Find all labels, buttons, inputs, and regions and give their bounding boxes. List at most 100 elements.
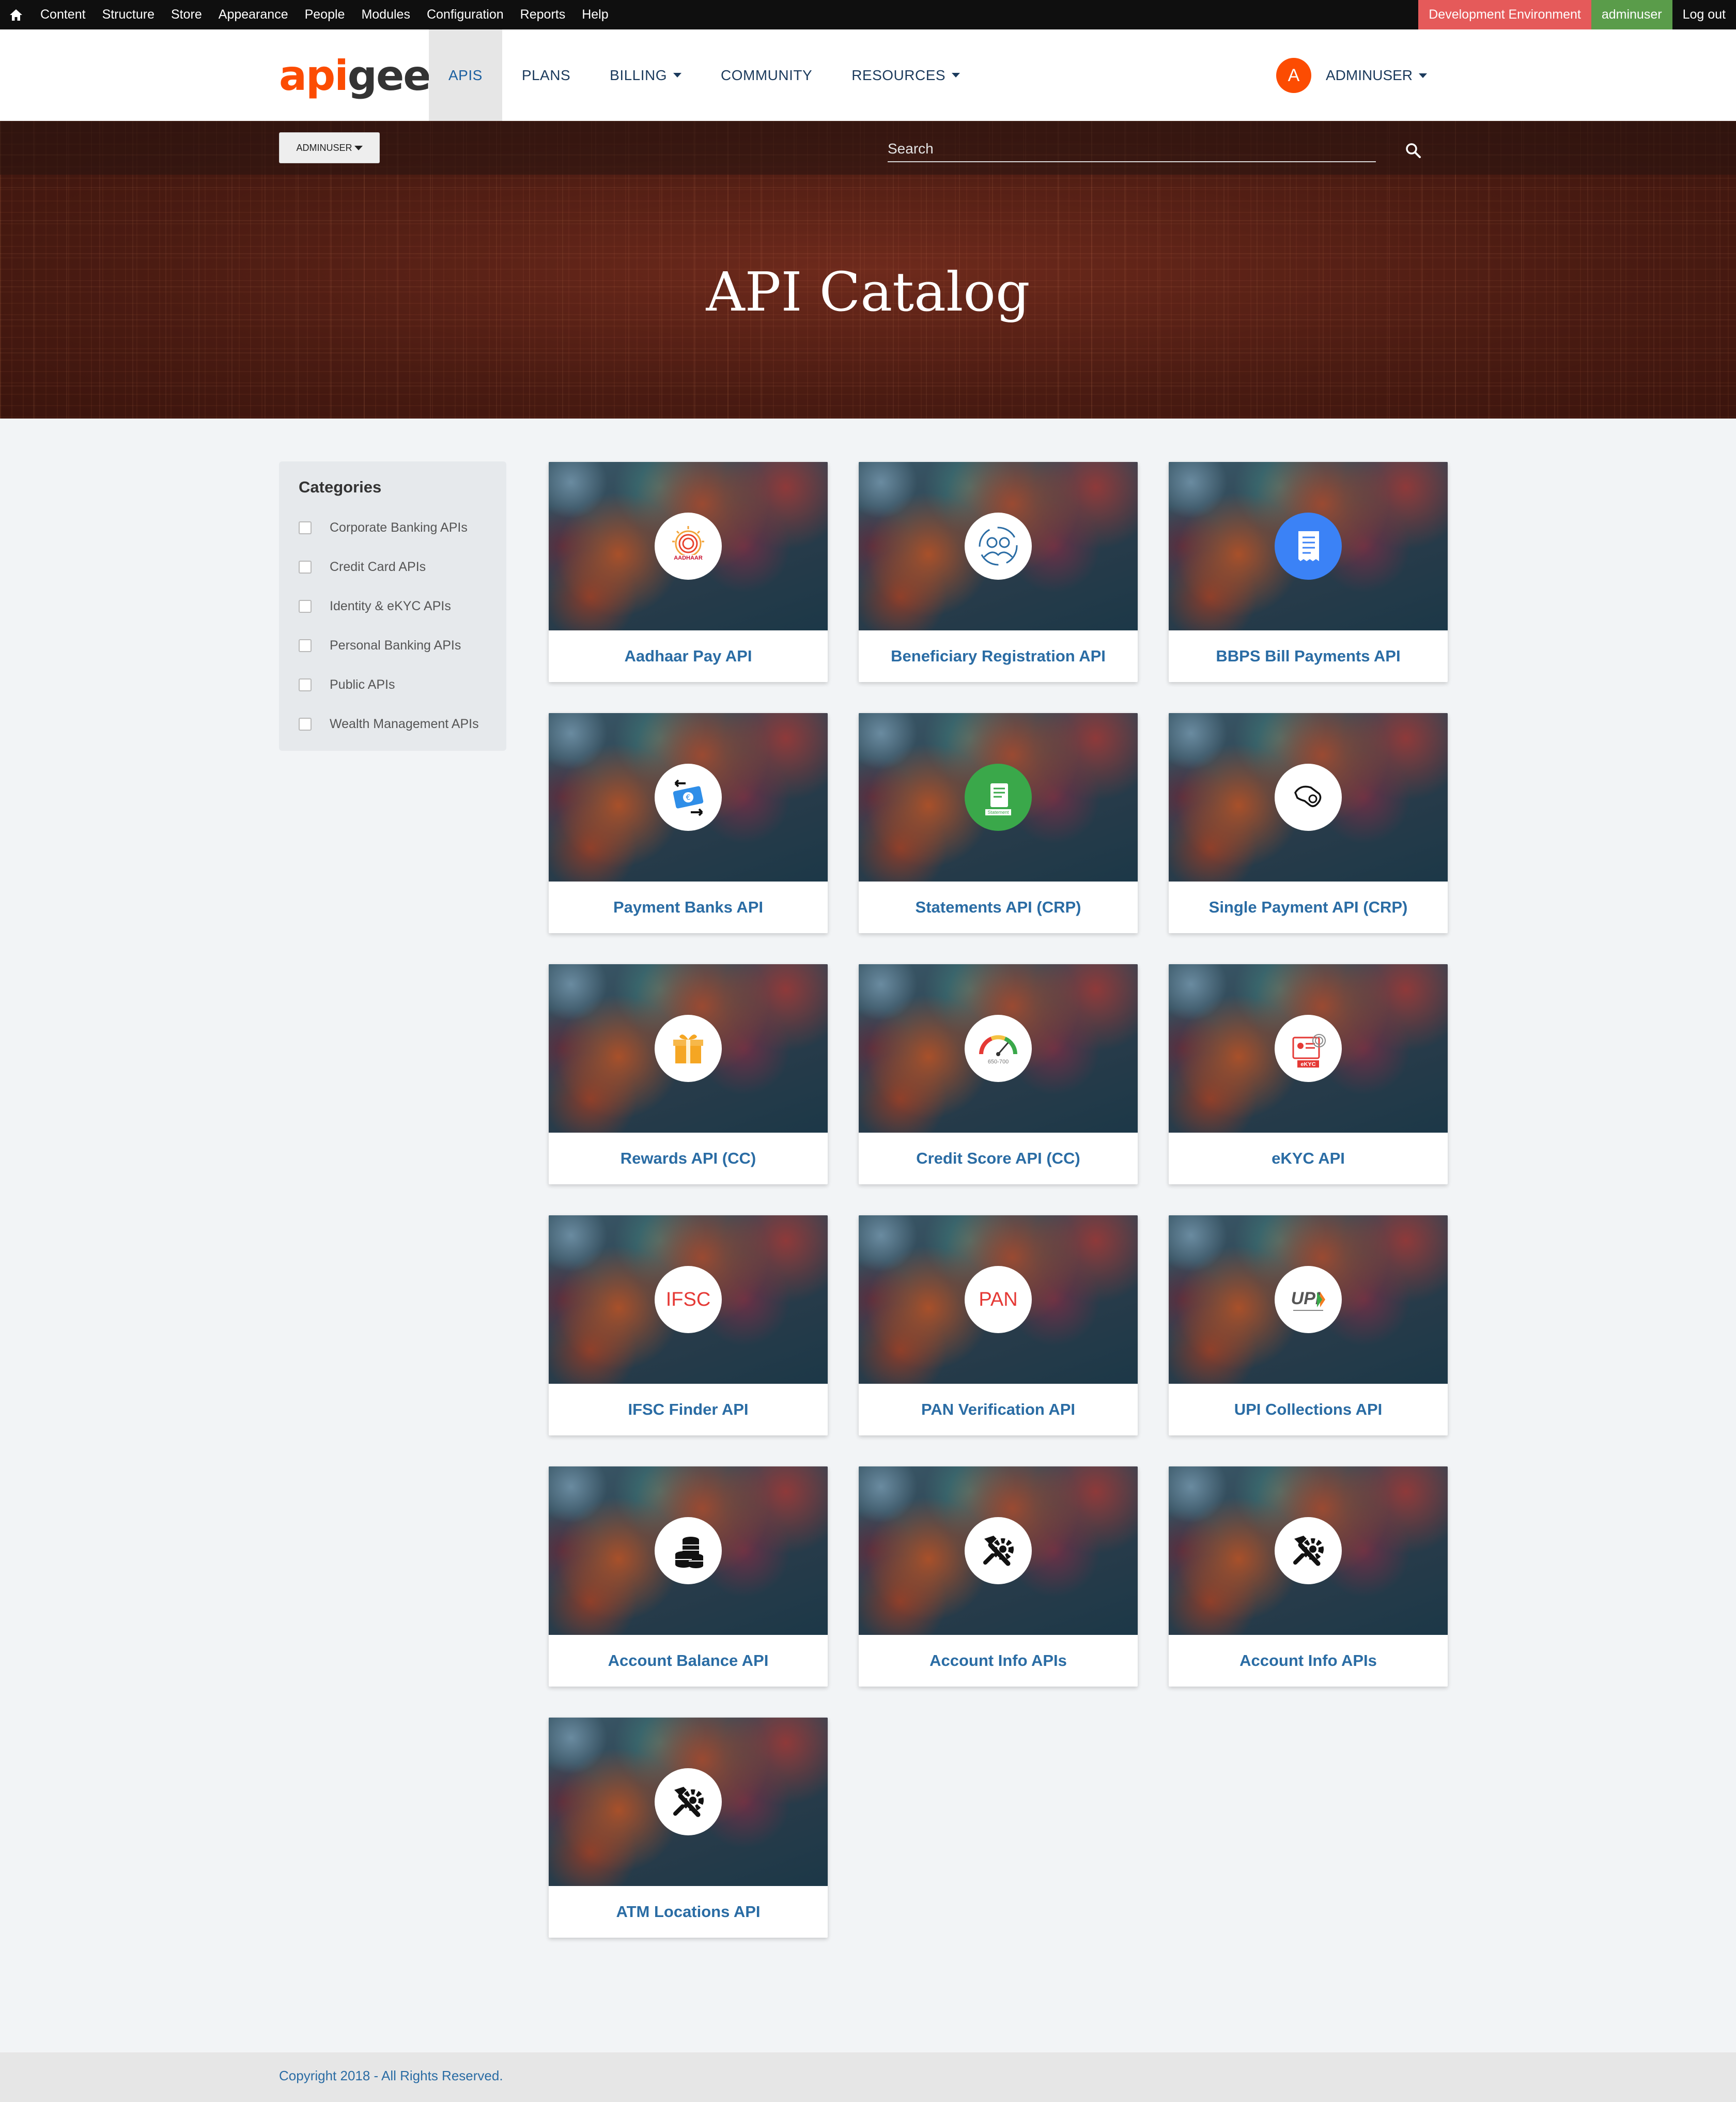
svg-text:€: € <box>686 794 691 802</box>
home-icon[interactable] <box>0 0 32 29</box>
card-title[interactable]: IFSC Finder API <box>549 1384 828 1435</box>
admin-menu-content[interactable]: Content <box>32 0 94 29</box>
category-label: Identity & eKYC APIs <box>330 598 451 613</box>
card-title[interactable]: BBPS Bill Payments API <box>1169 630 1448 682</box>
site-header: apigee APIS PLANS BILLING COMMUNITY RESO… <box>0 29 1736 121</box>
category-checkbox[interactable] <box>299 560 312 574</box>
category-checkbox[interactable] <box>299 639 312 652</box>
upi-logo-icon: UPI <box>1275 1266 1342 1333</box>
api-card-pan-verification[interactable]: PAN PAN Verification API <box>859 1215 1138 1435</box>
admin-user-link[interactable]: adminuser <box>1591 0 1672 29</box>
category-label: Wealth Management APIs <box>330 716 479 731</box>
api-card-credit-score[interactable]: 650-700 Credit Score API (CC) <box>859 964 1138 1184</box>
category-label: Personal Banking APIs <box>330 638 461 653</box>
aadhaar-logo-icon: AADHAAR <box>655 513 722 580</box>
caret-down-icon <box>354 145 363 150</box>
api-card-upi-collections[interactable]: UPI UPI Collections API <box>1169 1215 1448 1435</box>
card-title[interactable]: Single Payment API (CRP) <box>1169 882 1448 933</box>
ekyc-icon-text: eKYC <box>1300 1061 1315 1068</box>
caret-down-icon <box>1419 73 1428 78</box>
logout-link[interactable]: Log out <box>1672 0 1736 29</box>
category-label: Credit Card APIs <box>330 559 426 574</box>
admin-menu: Content Structure Store Appearance Peopl… <box>32 0 617 29</box>
category-checkbox[interactable] <box>299 717 312 731</box>
card-title[interactable]: Account Balance API <box>549 1635 828 1687</box>
admin-bar-right: Development Environment adminuser Log ou… <box>1418 0 1736 29</box>
categories-panel: Categories Corporate Banking APIs Credit… <box>279 461 506 751</box>
admin-menu-people[interactable]: People <box>297 0 353 29</box>
api-card-bbps-bill-payments[interactable]: BBPS Bill Payments API <box>1169 462 1448 682</box>
gift-box-icon <box>655 1015 722 1082</box>
api-card-aadhaar-pay[interactable]: AADHAAR Aadhaar Pay API <box>549 462 828 682</box>
admin-menu-store[interactable]: Store <box>163 0 210 29</box>
api-card-single-payment[interactable]: Single Payment API (CRP) <box>1169 713 1448 933</box>
apigee-logo[interactable]: apigee <box>279 50 431 102</box>
nav-community[interactable]: COMMUNITY <box>701 29 832 121</box>
card-title[interactable]: Credit Score API (CC) <box>859 1133 1138 1184</box>
api-card-beneficiary-registration[interactable]: Beneficiary Registration API <box>859 462 1138 682</box>
category-public[interactable]: Public APIs <box>299 665 487 704</box>
role-dropdown-button[interactable]: ADMINUSER <box>279 132 380 163</box>
nav-plans[interactable]: PLANS <box>502 29 590 121</box>
nav-billing-label: BILLING <box>610 67 668 83</box>
admin-menu-structure[interactable]: Structure <box>94 0 163 29</box>
hero-banner: ADMINUSER API Catalog <box>0 121 1736 419</box>
nav-billing[interactable]: BILLING <box>590 29 701 121</box>
nav-apis[interactable]: APIS <box>429 29 502 121</box>
api-card-ifsc-finder[interactable]: IFSC IFSC Finder API <box>549 1215 828 1435</box>
logo-text-gee: gee <box>347 52 431 100</box>
category-checkbox[interactable] <box>299 521 312 534</box>
category-credit-card[interactable]: Credit Card APIs <box>299 547 487 586</box>
api-card-atm-locations[interactable]: ATM Locations API <box>549 1718 828 1938</box>
admin-menu-modules[interactable]: Modules <box>353 0 419 29</box>
aadhaar-icon-text: AADHAAR <box>674 555 703 561</box>
api-card-account-info-1[interactable]: Account Info APIs <box>859 1466 1138 1687</box>
score-icon-text: 650-700 <box>988 1059 1009 1065</box>
card-title[interactable]: PAN Verification API <box>859 1384 1138 1435</box>
category-corporate-banking[interactable]: Corporate Banking APIs <box>299 508 487 547</box>
category-personal-banking[interactable]: Personal Banking APIs <box>299 626 487 665</box>
admin-menu-appearance[interactable]: Appearance <box>210 0 297 29</box>
category-identity-ekyc[interactable]: Identity & eKYC APIs <box>299 586 487 626</box>
api-card-rewards[interactable]: Rewards API (CC) <box>549 964 828 1184</box>
statement-icon-text: Statement <box>987 810 1009 815</box>
api-card-payment-banks[interactable]: € Payment Banks API <box>549 713 828 933</box>
credit-gauge-icon: 650-700 <box>965 1015 1032 1082</box>
user-menu[interactable]: ADMINUSER <box>1326 58 1428 93</box>
search-icon[interactable] <box>1404 142 1422 159</box>
admin-menu-help[interactable]: Help <box>574 0 616 29</box>
money-transfer-icon: € <box>655 764 722 831</box>
card-title[interactable]: Account Info APIs <box>859 1635 1138 1687</box>
nav-resources[interactable]: RESOURCES <box>832 29 980 121</box>
nav-resources-label: RESOURCES <box>851 67 946 83</box>
card-title[interactable]: Payment Banks API <box>549 882 828 933</box>
category-wealth-management[interactable]: Wealth Management APIs <box>299 704 487 744</box>
api-card-statements[interactable]: Statement Statements API (CRP) <box>859 713 1138 933</box>
admin-menu-configuration[interactable]: Configuration <box>419 0 512 29</box>
card-title[interactable]: eKYC API <box>1169 1133 1448 1184</box>
ifsc-icon-text: IFSC <box>665 1288 711 1310</box>
card-title[interactable]: Rewards API (CC) <box>549 1133 828 1184</box>
card-title[interactable]: Beneficiary Registration API <box>859 630 1138 682</box>
pan-icon-text: PAN <box>979 1288 1018 1310</box>
logo-text-api: api <box>279 52 349 100</box>
category-checkbox[interactable] <box>299 599 312 613</box>
avatar[interactable]: A <box>1276 58 1311 93</box>
admin-menu-reports[interactable]: Reports <box>512 0 574 29</box>
category-label: Public APIs <box>330 677 395 692</box>
tools-gear-icon <box>1275 1517 1342 1584</box>
card-title[interactable]: UPI Collections API <box>1169 1384 1448 1435</box>
statement-icon: Statement <box>965 764 1032 831</box>
api-card-account-balance[interactable]: Account Balance API <box>549 1466 828 1687</box>
card-title[interactable]: Account Info APIs <box>1169 1635 1448 1687</box>
nav-apis-label: APIS <box>448 67 483 83</box>
api-card-account-info-2[interactable]: Account Info APIs <box>1169 1466 1448 1687</box>
card-title[interactable]: ATM Locations API <box>549 1886 828 1938</box>
search-input[interactable] <box>888 136 1376 162</box>
card-title[interactable]: Statements API (CRP) <box>859 882 1138 933</box>
api-card-ekyc[interactable]: eKYC eKYC API <box>1169 964 1448 1184</box>
beneficiary-icon <box>965 513 1032 580</box>
role-button-label: ADMINUSER <box>296 142 352 153</box>
category-checkbox[interactable] <box>299 678 312 691</box>
card-title[interactable]: Aadhaar Pay API <box>549 630 828 682</box>
